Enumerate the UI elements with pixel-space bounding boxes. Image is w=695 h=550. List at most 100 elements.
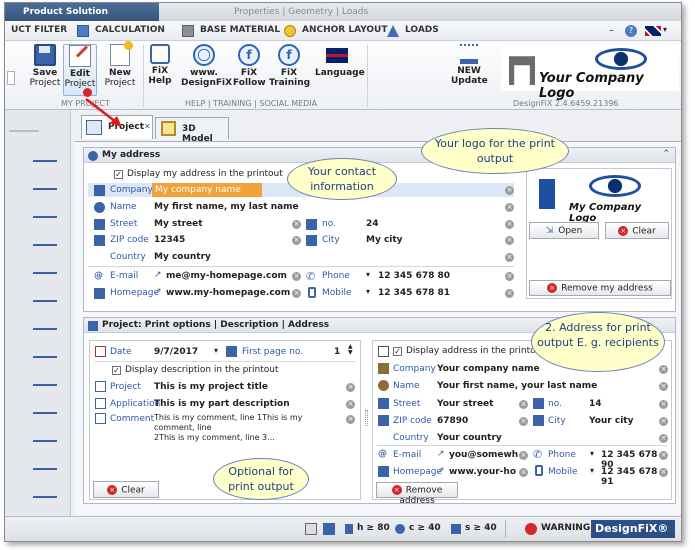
homepage-input[interactable]: www.my-homepage.com: [166, 288, 290, 298]
fix-training-button[interactable]: f FiX Training: [269, 44, 310, 88]
recipient-company-input[interactable]: Your company name: [437, 364, 540, 374]
collapse-icon[interactable]: ⌃: [662, 149, 670, 159]
recipient-email-link-icon[interactable]: ↗: [437, 449, 445, 459]
clear-comment-icon[interactable]: ×: [346, 415, 355, 424]
thumbnail-item[interactable]: [33, 210, 57, 218]
recipient-zip-input[interactable]: 67890: [437, 416, 468, 426]
language-button[interactable]: Language: [315, 44, 365, 78]
recipient-homepage-input[interactable]: www.your-ho: [449, 467, 516, 477]
clear-logo-button[interactable]: × Clear: [605, 222, 669, 239]
project-input[interactable]: This is my project title: [154, 382, 268, 392]
country-input[interactable]: My country: [154, 252, 211, 262]
thumbnail-item[interactable]: [33, 238, 57, 246]
mobile-dropdown-icon[interactable]: ▾: [366, 287, 370, 296]
application-input[interactable]: This is my part description: [154, 399, 290, 409]
thumbnail-item[interactable]: [33, 434, 57, 442]
splitter-handle[interactable]: [365, 410, 368, 426]
recipient-email-input[interactable]: you@somewh: [449, 450, 518, 460]
clear-project-icon[interactable]: ×: [346, 383, 355, 392]
tab-loads[interactable]: LOADS: [399, 21, 445, 41]
clear-recipient-homepage-icon[interactable]: ×: [519, 468, 528, 477]
new-update-button[interactable]: NEW Update: [451, 44, 488, 86]
zip-input[interactable]: 12345: [154, 235, 185, 245]
thumbnail-item[interactable]: [33, 182, 57, 190]
edit-project-button[interactable]: Edit Project: [63, 44, 97, 96]
clear-country-icon[interactable]: ×: [505, 253, 514, 262]
tab-anchor-layout[interactable]: ANCHOR LAYOUT: [296, 21, 393, 41]
remove-address-button[interactable]: × Remove address: [376, 482, 458, 506]
new-project-button[interactable]: New Project: [103, 41, 137, 88]
thumbnail-item[interactable]: [33, 406, 57, 414]
tab-calculation[interactable]: CALCULATION: [89, 21, 171, 41]
first-page-spinner[interactable]: ▲ ▼: [348, 344, 353, 356]
tab-3d-model[interactable]: 3D Model: [155, 117, 229, 144]
comment-textarea[interactable]: This is my comment, line 1This is my com…: [154, 413, 340, 451]
clear-homepage-icon[interactable]: ×: [292, 289, 301, 298]
tab-base-material[interactable]: BASE MATERIAL: [194, 21, 286, 41]
thumbnail-item[interactable]: [33, 266, 57, 274]
email-link-icon[interactable]: ↗: [154, 270, 162, 280]
clear-recipient-email-icon[interactable]: ×: [519, 451, 528, 460]
clear-recipient-name-icon[interactable]: ×: [659, 382, 668, 391]
recipient-phone-dropdown-icon[interactable]: ▾: [590, 449, 594, 458]
ribbon-scroll-left[interactable]: [7, 71, 15, 85]
open-logo-button[interactable]: ⇲ Open: [529, 222, 599, 239]
name-input[interactable]: My first name, my last name: [154, 202, 299, 212]
phone-dropdown-icon[interactable]: ▾: [366, 270, 370, 279]
save-project-button[interactable]: Save Project: [29, 44, 61, 88]
recipient-homepage-link-icon[interactable]: ↗: [437, 466, 445, 476]
clear-recipient-zip-icon[interactable]: ×: [519, 417, 528, 426]
recipient-country-input[interactable]: Your country: [437, 433, 502, 443]
clear-name-icon[interactable]: ×: [505, 203, 514, 212]
clear-recipient-country-icon[interactable]: ×: [659, 434, 668, 443]
fix-help-button[interactable]: FiX Help: [147, 44, 173, 86]
no-input[interactable]: 24: [366, 219, 379, 229]
clear-zip-icon[interactable]: ×: [292, 236, 301, 245]
thumbnail-item[interactable]: [33, 154, 57, 162]
clear-company-icon[interactable]: ×: [505, 186, 514, 195]
minimize-ribbon-icon[interactable]: –: [609, 25, 614, 36]
tab-filter[interactable]: UCT FILTER: [5, 21, 73, 41]
recipient-no-input[interactable]: 14: [589, 399, 602, 409]
date-input[interactable]: 9/7/2017: [154, 347, 198, 357]
clear-no-icon[interactable]: ×: [505, 220, 514, 229]
clear-mobile-icon[interactable]: ×: [505, 289, 514, 298]
clear-recipient-no-icon[interactable]: ×: [659, 400, 668, 409]
clear-recipient-phone-icon[interactable]: ×: [659, 451, 668, 460]
clear-phone-icon[interactable]: ×: [505, 272, 514, 281]
mobile-input[interactable]: 12 345 678 81: [378, 288, 450, 298]
thumbnail-item[interactable]: [33, 322, 57, 330]
city-input[interactable]: My city: [366, 235, 403, 245]
clear-street-icon[interactable]: ×: [292, 220, 301, 229]
recipient-street-input[interactable]: Your street: [437, 399, 493, 409]
designfix-web-button[interactable]: www. DesignFiX: [181, 44, 232, 88]
uk-flag-icon[interactable]: [645, 26, 661, 36]
help-icon[interactable]: ?: [625, 25, 637, 37]
thumbnail-item[interactable]: [33, 378, 57, 386]
first-page-input[interactable]: 1: [334, 347, 340, 357]
date-dropdown-icon[interactable]: ▾: [214, 346, 218, 355]
phone-input[interactable]: 12 345 678 80: [378, 271, 450, 281]
recipient-city-input[interactable]: Your city: [589, 416, 633, 426]
thumbnail-item[interactable]: [33, 490, 57, 498]
clear-recipient-mobile-icon[interactable]: ×: [659, 468, 668, 477]
clear-application-icon[interactable]: ×: [346, 400, 355, 409]
company-input[interactable]: My company name: [152, 183, 262, 197]
display-my-address-checkbox[interactable]: ✓: [114, 170, 123, 179]
clear-description-button[interactable]: × Clear: [93, 481, 159, 498]
clear-recipient-city-icon[interactable]: ×: [659, 417, 668, 426]
display-recipient-checkbox[interactable]: ✓: [393, 347, 402, 356]
clear-city-icon[interactable]: ×: [505, 236, 514, 245]
recipient-name-input[interactable]: Your first name, your last name: [437, 381, 597, 391]
thumbnail-item[interactable]: [33, 294, 57, 302]
remove-my-address-button[interactable]: × Remove my address: [529, 280, 671, 296]
email-input[interactable]: me@my-homepage.com: [166, 271, 287, 281]
logo-preview[interactable]: My Company Logo: [531, 173, 667, 224]
display-description-checkbox[interactable]: ✓: [112, 366, 121, 375]
clear-recipient-street-icon[interactable]: ×: [519, 400, 528, 409]
street-input[interactable]: My street: [154, 219, 203, 229]
language-dropdown-icon[interactable]: ▾: [663, 25, 667, 34]
clear-email-icon[interactable]: ×: [292, 272, 301, 281]
homepage-link-icon[interactable]: ↗: [154, 287, 162, 297]
close-tab-icon[interactable]: ✕: [144, 122, 151, 131]
